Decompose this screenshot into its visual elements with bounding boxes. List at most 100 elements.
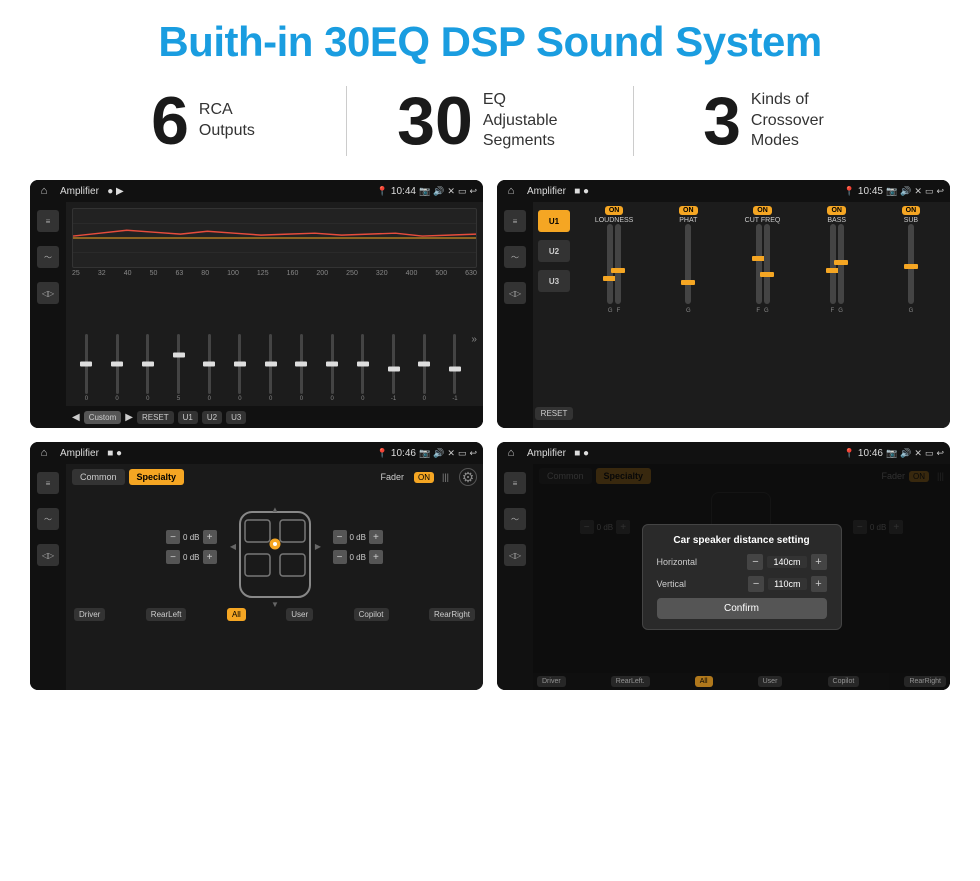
speaker-rearleft-button[interactable]: RearLeft bbox=[146, 608, 187, 621]
eq-slider-2[interactable]: 0 bbox=[103, 334, 132, 402]
db-fl-plus[interactable]: + bbox=[203, 530, 217, 544]
speaker-status-bar: ⌂ Amplifier ■ ● 📍 10:46 📷 🔊 ✕ ▭ ↩ bbox=[30, 442, 483, 464]
eq-app-title: Amplifier ● ▶ bbox=[60, 186, 373, 197]
dsp-phat-slider[interactable] bbox=[685, 224, 691, 304]
stat-eq-number: 30 bbox=[397, 87, 473, 155]
dialog-status-icons: 📍 10:46 📷 🔊 ✕ ▭ ↩ bbox=[844, 448, 944, 459]
eq-slider-7[interactable]: 0 bbox=[256, 334, 285, 402]
eq-u2-button[interactable]: U2 bbox=[202, 411, 222, 424]
eq-slider-9[interactable]: 0 bbox=[318, 334, 347, 402]
svg-text:▲: ▲ bbox=[271, 505, 279, 514]
screenshots-grid: ⌂ Amplifier ● ▶ 📍 10:44 📷 🔊 ✕ ▭ ↩ ≡ 〜 ◁▷ bbox=[0, 174, 980, 710]
dsp-u2-button[interactable]: U2 bbox=[538, 240, 570, 262]
horizontal-plus-button[interactable]: + bbox=[811, 554, 827, 570]
dsp-sub-slider[interactable] bbox=[908, 224, 914, 304]
dsp-bass-toggle[interactable]: ON bbox=[827, 206, 846, 215]
dialog-overlay: Car speaker distance setting Horizontal … bbox=[533, 464, 950, 690]
eq-slider-13[interactable]: -1 bbox=[441, 334, 470, 402]
speaker-tab-common[interactable]: Common bbox=[72, 469, 125, 485]
fader-label: Fader bbox=[380, 472, 404, 482]
dsp-cutfreq-slider-f[interactable] bbox=[756, 224, 762, 304]
vertical-plus-button[interactable]: + bbox=[811, 576, 827, 592]
db-rl-minus[interactable]: − bbox=[166, 550, 180, 564]
eq-reset-button[interactable]: RESET bbox=[137, 411, 174, 424]
eq-slider-11[interactable]: -1 bbox=[379, 334, 408, 402]
dsp-bass-slider-g[interactable] bbox=[838, 224, 844, 304]
speaker-driver-button[interactable]: Driver bbox=[74, 608, 105, 621]
page-title: Buith-in 30EQ DSP Sound System bbox=[20, 18, 960, 66]
speaker-tab-specialty[interactable]: Specialty bbox=[129, 469, 185, 485]
eq-slider-4[interactable]: 5 bbox=[164, 334, 193, 402]
location-icon: 📍 bbox=[377, 186, 388, 197]
fader-toggle[interactable]: ON bbox=[414, 472, 434, 483]
eq-sliders-area: 0 0 0 5 0 bbox=[66, 277, 483, 406]
eq-preset-custom[interactable]: Custom bbox=[84, 411, 122, 424]
dlg-wave-icon[interactable]: 〜 bbox=[504, 508, 526, 530]
speaker-status-icons: 📍 10:46 📷 🔊 ✕ ▭ ↩ bbox=[377, 448, 477, 459]
eq-slider-6[interactable]: 0 bbox=[226, 334, 255, 402]
speaker-tab-row: Common Specialty Fader ON ||| ⚙ bbox=[72, 468, 477, 486]
db-rr-plus[interactable]: + bbox=[369, 550, 383, 564]
speaker-copilot-button[interactable]: Copilot bbox=[354, 608, 389, 621]
spk-speaker-icon[interactable]: ◁▷ bbox=[37, 544, 59, 566]
eq-prev-button[interactable]: ◀ bbox=[72, 412, 80, 423]
eq-slider-12[interactable]: 0 bbox=[410, 334, 439, 402]
horizontal-minus-button[interactable]: − bbox=[747, 554, 763, 570]
dsp-time: 10:45 bbox=[858, 186, 883, 197]
fader-bars: ||| bbox=[442, 472, 449, 482]
dlg-all-btn: All bbox=[695, 676, 713, 687]
dsp-cutfreq-label: CUT FREQ bbox=[745, 217, 781, 224]
dsp-loudness-toggle[interactable]: ON bbox=[605, 206, 624, 215]
speaker-home-icon: ⌂ bbox=[36, 445, 52, 461]
dsp-speaker-icon[interactable]: ◁▷ bbox=[504, 282, 526, 304]
db-fr-minus[interactable]: − bbox=[333, 530, 347, 544]
stat-rca-number: 6 bbox=[151, 87, 189, 155]
dlg-eq-icon[interactable]: ≡ bbox=[504, 472, 526, 494]
confirm-button[interactable]: Confirm bbox=[657, 598, 827, 619]
settings-icon[interactable]: ⚙ bbox=[459, 468, 477, 486]
eq-sidebar-speaker-icon[interactable]: ◁▷ bbox=[37, 282, 59, 304]
dsp-reset-button[interactable]: RESET bbox=[535, 407, 574, 420]
eq-u1-button[interactable]: U1 bbox=[178, 411, 198, 424]
horizontal-control: − 140cm + bbox=[747, 554, 826, 570]
db-rl-plus[interactable]: + bbox=[203, 550, 217, 564]
speaker-rearright-button[interactable]: RearRight bbox=[429, 608, 475, 621]
dsp-presets-panel: U1 U2 U3 RESET bbox=[533, 202, 575, 428]
spk-eq-icon[interactable]: ≡ bbox=[37, 472, 59, 494]
dsp-sub-toggle[interactable]: ON bbox=[902, 206, 921, 215]
dsp-u3-button[interactable]: U3 bbox=[538, 270, 570, 292]
db-fl-minus[interactable]: − bbox=[166, 530, 180, 544]
vertical-minus-button[interactable]: − bbox=[748, 576, 764, 592]
dsp-u1-button[interactable]: U1 bbox=[538, 210, 570, 232]
eq-slider-10[interactable]: 0 bbox=[348, 334, 377, 402]
dsp-wave-icon[interactable]: 〜 bbox=[504, 246, 526, 268]
window-icon: ▭ bbox=[458, 186, 467, 197]
dlg-speaker-icon[interactable]: ◁▷ bbox=[504, 544, 526, 566]
speaker-content: ≡ 〜 ◁▷ Common Specialty Fader ON ||| ⚙ bbox=[30, 464, 483, 690]
dsp-loudness-label: LOUDNESS bbox=[595, 217, 634, 224]
dialog-screen-content: ≡ 〜 ◁▷ Common Specialty Fader ON ||| bbox=[497, 464, 950, 690]
eq-slider-5[interactable]: 0 bbox=[195, 334, 224, 402]
eq-next-button[interactable]: ▶ bbox=[125, 412, 133, 423]
eq-status-bar: ⌂ Amplifier ● ▶ 📍 10:44 📷 🔊 ✕ ▭ ↩ bbox=[30, 180, 483, 202]
eq-sidebar-wave-icon[interactable]: 〜 bbox=[37, 246, 59, 268]
eq-slider-3[interactable]: 0 bbox=[133, 334, 162, 402]
dialog-vertical-row: Vertical − 110cm + bbox=[657, 576, 827, 592]
dlg-location-icon: 📍 bbox=[844, 448, 855, 459]
vertical-value: 110cm bbox=[768, 578, 806, 590]
dsp-eq-icon[interactable]: ≡ bbox=[504, 210, 526, 232]
dialog-box: Car speaker distance setting Horizontal … bbox=[642, 524, 842, 630]
spk-wave-icon[interactable]: 〜 bbox=[37, 508, 59, 530]
eq-u3-button[interactable]: U3 bbox=[226, 411, 246, 424]
dsp-loudness-slider-r[interactable] bbox=[615, 224, 621, 304]
eq-slider-8[interactable]: 0 bbox=[287, 334, 316, 402]
dsp-cutfreq-toggle[interactable]: ON bbox=[753, 206, 772, 215]
db-rr-minus[interactable]: − bbox=[333, 550, 347, 564]
dsp-cutfreq-slider-g[interactable] bbox=[764, 224, 770, 304]
dsp-phat-toggle[interactable]: ON bbox=[679, 206, 698, 215]
db-fr-plus[interactable]: + bbox=[369, 530, 383, 544]
screen-dialog: ⌂ Amplifier ■ ● 📍 10:46 📷 🔊 ✕ ▭ ↩ ≡ 〜 ◁▷ bbox=[497, 442, 950, 690]
eq-sidebar-eq-icon[interactable]: ≡ bbox=[37, 210, 59, 232]
dsp-loudness-slider-l[interactable] bbox=[607, 224, 613, 304]
eq-slider-1[interactable]: 0 bbox=[72, 334, 101, 402]
